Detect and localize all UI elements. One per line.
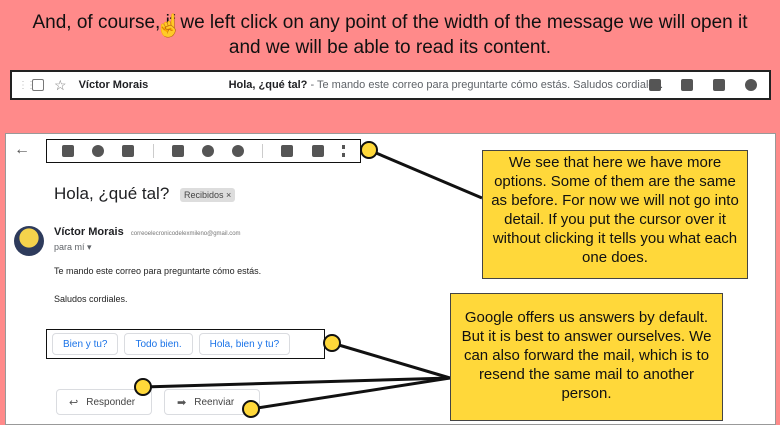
callout-marker bbox=[134, 378, 152, 396]
callout-smart-replies: Google offers us answers by default. But… bbox=[450, 293, 723, 421]
callout-marker bbox=[323, 334, 341, 352]
callout-marker bbox=[242, 400, 260, 418]
callout-marker bbox=[360, 141, 378, 159]
callout-more-options: We see that here we have more options. S… bbox=[482, 150, 748, 279]
